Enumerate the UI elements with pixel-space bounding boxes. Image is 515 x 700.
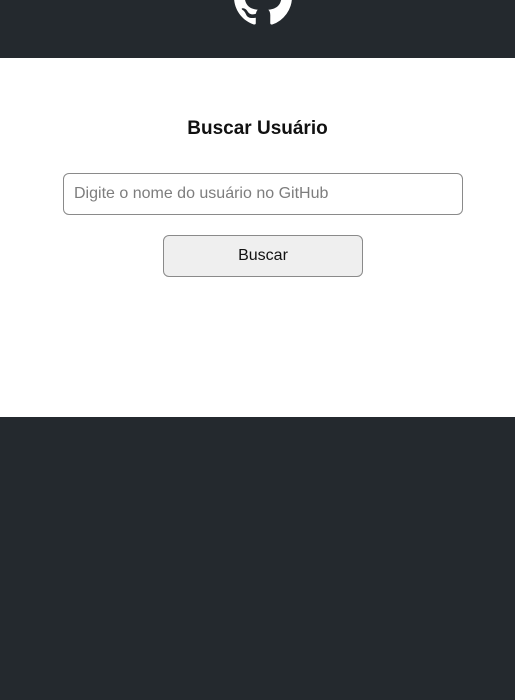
github-icon[interactable] — [234, 0, 292, 26]
search-panel: Buscar Usuário Buscar — [0, 58, 515, 417]
search-input[interactable] — [63, 173, 463, 215]
search-button[interactable]: Buscar — [163, 235, 363, 277]
page-title: Buscar Usuário — [187, 118, 328, 139]
footer-area — [0, 417, 515, 700]
site-header — [0, 0, 515, 58]
